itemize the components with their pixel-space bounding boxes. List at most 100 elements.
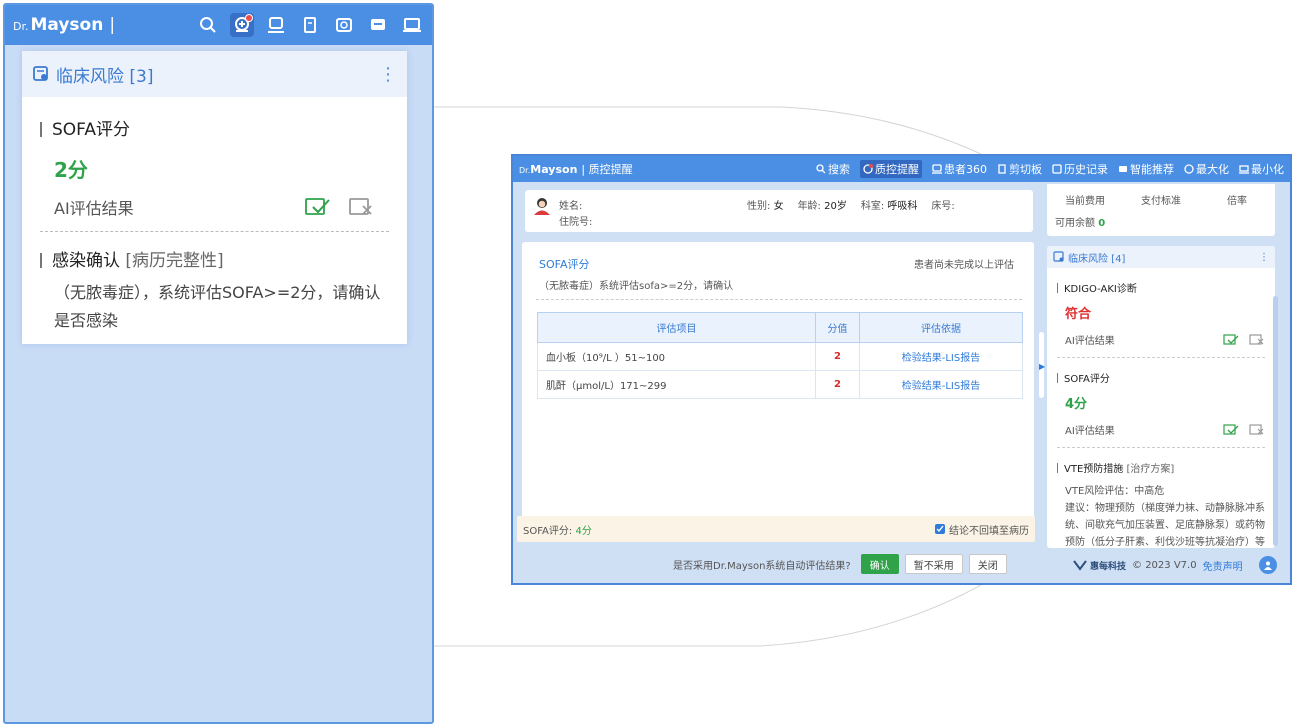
nav-history[interactable]: 历史记录 [1052,161,1108,177]
nav-minimize[interactable]: 最小化 [1239,161,1284,177]
sofa-detail-card: SOFA评分 患者尚未完成以上评估 （无脓毒症）系统评估sofa>=2分，请确认… [522,242,1034,540]
item-description: VTE风险评估：中高危 建议：物理预防（梯度弹力袜、动静脉脉冲系统、间歇充气加压… [1065,483,1265,548]
recommend-icon[interactable] [366,13,390,37]
expand-arrow-icon[interactable]: ▶ [1039,362,1045,371]
clipboard-icon[interactable] [298,13,322,37]
item-title: 感染确认 [病历完整性] [40,246,389,271]
detail-title: SOFA评分 [539,258,590,271]
stage: Dr. Mayson | 临床风险 [3] ⋮ SOFA评分 2分 AI评估结果… [0,0,1296,728]
risk-card-icon [33,66,48,81]
search-icon [816,164,826,174]
item-tag: [治疗方案] [1126,464,1175,475]
fee-header: 支付标准 [1141,196,1181,207]
cell-item: 肌酐（μmol/L）171~299 [537,370,816,399]
item-tag: [病历完整性] [125,251,224,271]
vte-risk-line: VTE风险评估：中高危 [1065,486,1165,497]
reject-icon[interactable] [1249,423,1265,436]
reject-button[interactable]: 暂不采用 [904,554,963,574]
ai-result-row: AI评估结果 [1065,422,1265,437]
disclaimer-link[interactable]: 免责声明 [1203,558,1243,573]
lis-report-link[interactable]: 检验结果-LIS报告 [859,342,1023,371]
age-label: 年龄: [797,201,821,212]
table-row: 血小板（10⁹/L ）51~100 2 检验结果-LIS报告 [537,342,1023,371]
checkbox-checked-icon [935,524,945,534]
summary-bar: SOFA评分: 4分 结论不回填至病历 [517,516,1035,542]
company-logo: 惠每科技 [1073,559,1126,572]
patient-info: 姓名: 性别: 女 年龄: 20岁 科室: 呼吸科 床号: 住院号: [525,190,1033,232]
search-icon[interactable] [196,13,220,37]
brand-prefix: Dr. [13,20,29,33]
no-writeback-checkbox[interactable]: 结论不回填至病历 [935,522,1029,537]
nav-search[interactable]: 搜索 [816,161,850,177]
quality-alert-icon [863,164,873,174]
confirm-button[interactable]: 确认 [860,554,899,574]
laptop-icon[interactable] [400,13,424,37]
brand-name: Mayson [530,162,578,176]
lis-report-link[interactable]: 检验结果-LIS报告 [859,370,1023,399]
risk-card-icon [1053,251,1064,262]
nav-quality-alert[interactable]: 质控提醒 [860,160,922,178]
bed-label: 床号: [931,201,955,212]
patient-360-icon[interactable] [264,13,288,37]
nav-label: 历史记录 [1064,163,1108,176]
copyright-text: © 2023 V7.0 [1132,559,1197,571]
column-header: 评估依据 [859,312,1023,343]
item-title: SOFA评分 [40,115,389,140]
nav-recommend[interactable]: 智能推荐 [1118,161,1174,177]
cell-item: 血小板（10⁹/L ）51~100 [537,342,816,371]
dept-value: 呼吸科 [887,201,918,212]
clinical-risk-card: 临床风险 [4] ⋮ KDIGO-AKI诊断 符合 AI评估结果 SOFA评分 … [1047,246,1275,548]
column-header: 分值 [815,312,860,343]
clipboard-icon [998,164,1006,174]
reject-icon[interactable] [349,197,375,217]
card-header: 临床风险 [3] ⋮ [22,51,407,97]
history-icon[interactable] [332,13,356,37]
balance-value: 0 [1098,218,1106,229]
vte-advice-line: 建议：物理预防（梯度弹力袜、动静脉脉冲系统、间歇充气加压装置、足底静脉泵）或药物… [1065,503,1265,548]
name-label: 姓名: [559,201,583,212]
accept-icon[interactable] [1223,333,1239,346]
nav-label: 智能推荐 [1130,163,1174,176]
nav-clipboard[interactable]: 剪切板 [997,161,1042,177]
evaluation-table: 评估项目 分值 评估依据 血小板（10⁹/L ）51~100 2 检验结果-LI… [537,312,1023,399]
close-button[interactable]: 关闭 [968,554,1007,574]
left-panel: Dr. Mayson | 临床风险 [3] ⋮ SOFA评分 2分 AI评估结果… [3,3,434,724]
admission-label: 住院号: [559,217,593,228]
window-title: | 质控提醒 [581,163,633,176]
item-title: SOFA评分 [1057,370,1265,385]
quality-alert-icon[interactable] [230,13,254,37]
accept-icon[interactable] [305,197,331,217]
user-icon[interactable] [1258,556,1277,574]
brand-logo: Dr.Mayson [519,163,577,176]
detail-description: （无脓毒症）系统评估sofa>=2分，请确认 [539,281,734,292]
brand-prefix: Dr. [519,165,531,175]
nav-maximize[interactable]: 最大化 [1184,161,1229,177]
accept-icon[interactable] [1223,423,1239,436]
checkbox-label: 结论不回填至病历 [949,525,1029,537]
ai-result-row: AI评估结果 [54,195,389,219]
summary-label: SOFA评分: [523,525,573,537]
reject-icon[interactable] [1249,333,1265,346]
more-icon[interactable]: ⋮ [379,64,397,85]
risk-item: 感染确认 [病历完整性] （无脓毒症），系统评估SOFA>=2分，请确认是否感染 [22,232,407,344]
more-icon[interactable]: ⋮ [1259,252,1269,263]
nav-label: 最大化 [1196,163,1229,176]
quality-alert-window: Dr.Mayson | 质控提醒 搜索 质控提醒 患者360 剪切板 历史记录 … [511,154,1292,585]
gender-label: 性别: [747,201,771,212]
balance: 可用余额 0 [1055,214,1105,229]
window-toolbar: Dr.Mayson | 质控提醒 搜索 质控提醒 患者360 剪切板 历史记录 … [513,156,1290,182]
item-score: 2分 [54,158,88,182]
ai-result-row: AI评估结果 [1065,332,1265,347]
item-title-text: VTE预防措施 [1064,464,1124,475]
item-title-text: 感染确认 [52,251,120,271]
cell-score: 2 [815,370,860,399]
scrollbar[interactable] [1273,296,1278,546]
nav-patient-360[interactable]: 患者360 [932,161,987,177]
item-title: KDIGO-AKI诊断 [1057,280,1265,295]
assessment-status: 患者尚未完成以上评估 [914,260,1014,271]
risk-item: SOFA评分 4分 AI评估结果 [1047,370,1275,448]
ai-result-label: AI评估结果 [1065,426,1115,437]
cell-score: 2 [815,342,860,371]
risk-item: VTE预防措施 [治疗方案] VTE风险评估：中高危 建议：物理预防（梯度弹力袜… [1047,460,1275,548]
brand-name: Mayson [30,15,104,35]
